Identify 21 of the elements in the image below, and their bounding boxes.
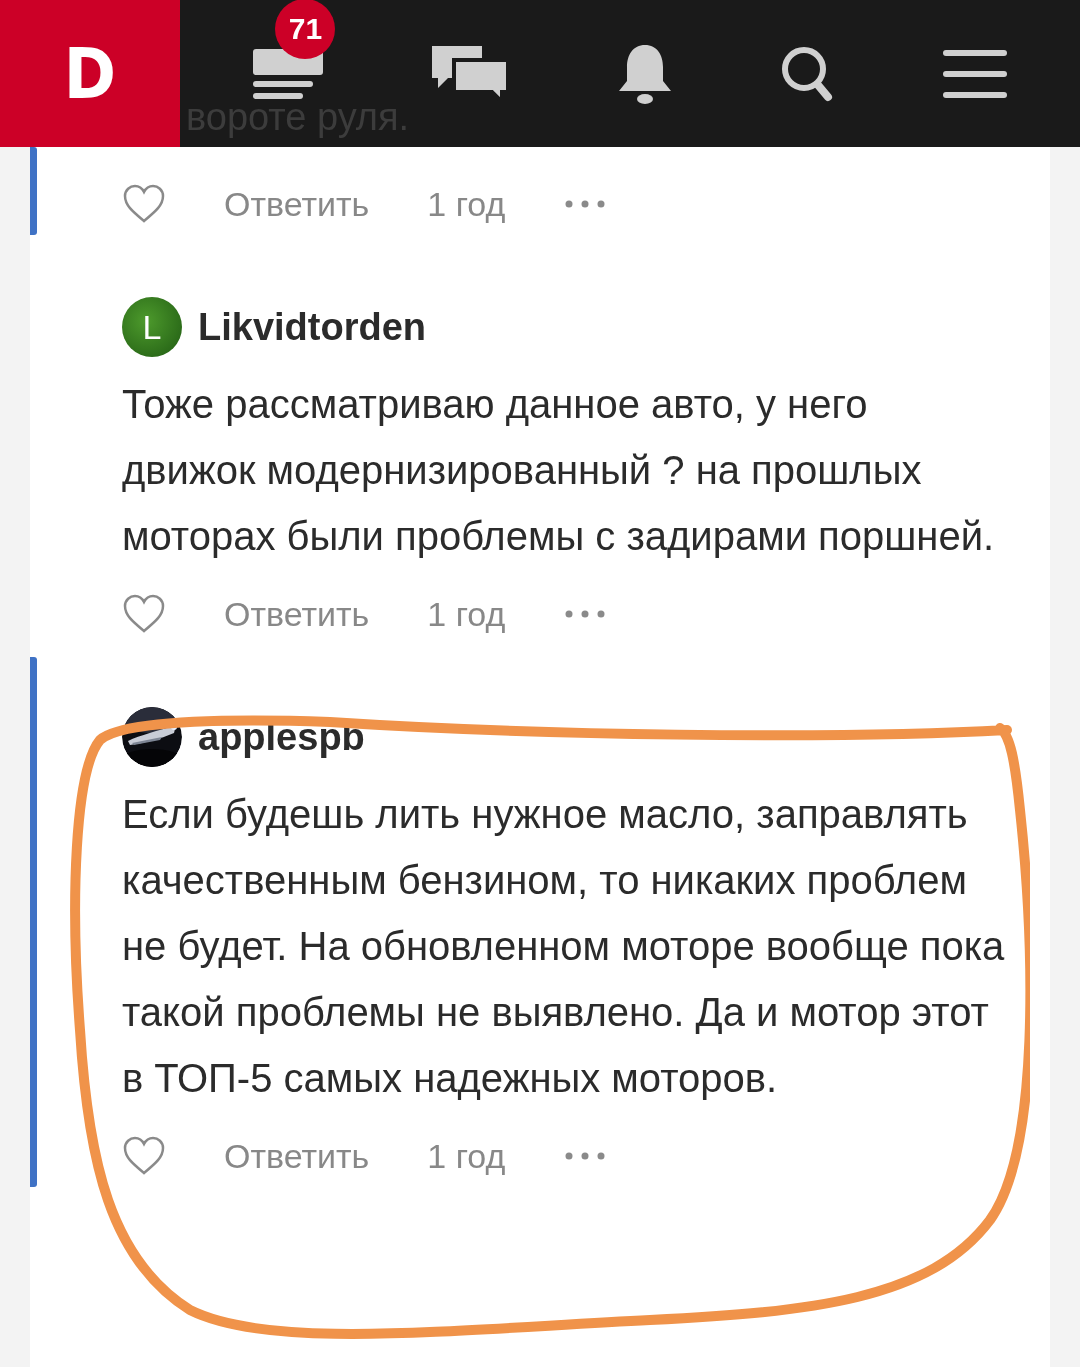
reply-link[interactable]: Ответить	[224, 594, 370, 634]
reply-link[interactable]: Ответить	[224, 1136, 370, 1176]
comment-time: 1 год	[427, 1136, 506, 1176]
comment-text: Тоже рассматриваю данное авто, у него движок модернизированный ? на прошлых моторах были проблемы с задирами поршней.	[122, 381, 996, 560]
avatar[interactable]: L	[122, 297, 182, 357]
notification-badge: 71	[275, 0, 336, 59]
heart-icon[interactable]	[122, 594, 166, 634]
heart-icon[interactable]	[122, 1136, 166, 1176]
author-name[interactable]: Likvidtorden	[198, 305, 427, 349]
comment-text: Если будешь лить нужное масло, заправлять качественным бензином, то никаких проблем не будет. На обновленном моторе вообще пока такой проблемы не выявлено. Да и мотор этот в ТОП-5 самых надежных моторов.	[122, 791, 1006, 1102]
bell-icon[interactable]	[617, 42, 673, 105]
reply-link[interactable]: Ответить	[224, 184, 370, 224]
logo[interactable]: D	[0, 0, 180, 147]
heart-icon[interactable]	[122, 184, 166, 224]
more-icon[interactable]	[565, 200, 606, 208]
comment-time: 1 год	[427, 594, 506, 634]
comment-time: 1 год	[427, 184, 506, 224]
author-name[interactable]: applespb	[198, 715, 365, 759]
more-icon[interactable]	[565, 1152, 606, 1160]
menu-icon[interactable]	[942, 49, 1007, 98]
more-icon[interactable]	[565, 610, 606, 618]
